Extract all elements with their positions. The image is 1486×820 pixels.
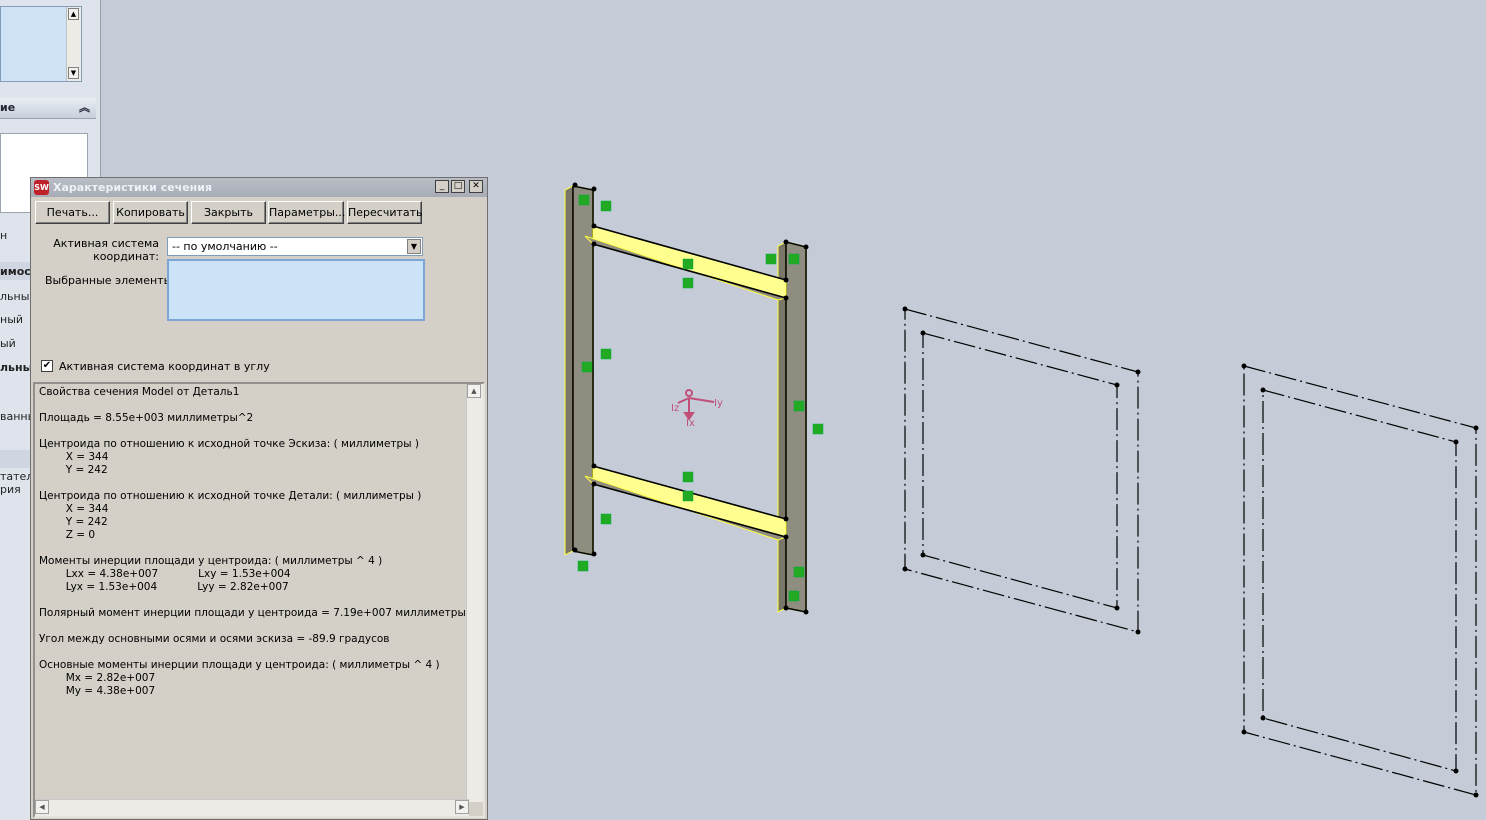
section-header[interactable]: ие ︽ bbox=[0, 98, 96, 119]
results-line bbox=[39, 425, 467, 438]
results-line: Свойства сечения Model от Деталь1 bbox=[39, 386, 240, 398]
results-line bbox=[39, 477, 467, 490]
triad-label-z: Iz bbox=[671, 403, 679, 414]
coord-system-select[interactable]: -- по умолчанию -- ▼ bbox=[167, 237, 423, 256]
dialog-titlebar[interactable]: SW Характеристики сечения _ □ ✕ bbox=[31, 178, 487, 197]
results-line: Lyx = 1.53e+004 Lyy = 2.82e+007 bbox=[39, 581, 289, 593]
coord-system-value: -- по умолчанию -- bbox=[172, 240, 278, 253]
coord-system-label: Активная система координат: bbox=[53, 237, 159, 263]
selected-items-label: Выбранные элементы: bbox=[45, 274, 176, 287]
print-button[interactable]: Печать... bbox=[35, 201, 110, 224]
scroll-up-icon[interactable]: ▲ bbox=[68, 8, 79, 20]
results-textbox[interactable]: Свойства сечения Model от Деталь1 Площад… bbox=[33, 382, 485, 818]
panel-text-3: тател bbox=[0, 470, 34, 483]
chevron-down-icon[interactable]: ▼ bbox=[407, 239, 421, 254]
results-line: Y = 242 bbox=[39, 516, 108, 528]
results-line: Основные моменты инерции площади у центр… bbox=[39, 659, 440, 671]
results-line: Mx = 2.82e+007 bbox=[39, 672, 156, 684]
scroll-up-icon[interactable]: ▲ bbox=[467, 384, 481, 398]
corner-coord-checkbox[interactable]: ✔ bbox=[41, 360, 53, 372]
close-window-button[interactable]: ✕ bbox=[469, 180, 483, 193]
results-line: Моменты инерции площади у центроида: ( м… bbox=[39, 555, 383, 567]
sketch-rectangle-2-vertices bbox=[1241, 363, 1479, 798]
sketch-rectangle-2[interactable] bbox=[1243, 365, 1477, 796]
copy-button[interactable]: Копировать bbox=[113, 201, 188, 224]
results-line bbox=[39, 646, 467, 659]
sketch-rectangle-1-vertices bbox=[902, 306, 1141, 635]
results-line bbox=[39, 620, 467, 633]
results-line: My = 4.38e+007 bbox=[39, 685, 156, 697]
triad-label-x: Ix bbox=[686, 418, 695, 429]
results-line: Угол между основными осями и осями эскиз… bbox=[39, 633, 390, 645]
scroll-right-icon[interactable]: ▶ bbox=[455, 800, 469, 814]
panel-option-2[interactable]: ный bbox=[0, 313, 23, 326]
scroll-down-icon[interactable]: ▼ bbox=[68, 67, 79, 79]
results-horizontal-scrollbar[interactable]: ◀ ▶ bbox=[35, 799, 469, 816]
results-vertical-scrollbar[interactable]: ▲ bbox=[466, 384, 483, 802]
results-line: Z = 0 bbox=[39, 529, 96, 541]
results-line bbox=[39, 542, 467, 555]
panel-option-4[interactable]: льны bbox=[0, 361, 33, 374]
results-line: X = 344 bbox=[39, 451, 109, 463]
scroll-left-icon[interactable]: ◀ bbox=[35, 800, 49, 814]
centroid-triad bbox=[677, 389, 715, 421]
section-header-label: ие bbox=[0, 101, 16, 114]
section-properties-dialog: SW Характеристики сечения _ □ ✕ Печать..… bbox=[30, 177, 488, 820]
results-line: Y = 242 bbox=[39, 464, 108, 476]
panel-option-3[interactable]: ый bbox=[0, 337, 16, 350]
selected-items-list[interactable] bbox=[167, 259, 425, 321]
results-line: Площадь = 8.55e+003 миллиметры^2 bbox=[39, 412, 254, 424]
top-listbox-scrollbar[interactable]: ▲ ▼ bbox=[66, 7, 81, 81]
top-listbox[interactable]: ▲ ▼ bbox=[0, 6, 82, 82]
results-text: Свойства сечения Model от Деталь1 Площад… bbox=[39, 386, 485, 698]
results-line bbox=[39, 399, 467, 412]
results-line: Центроида по отношению к исходной точке … bbox=[39, 438, 419, 450]
maximize-button[interactable]: □ bbox=[451, 180, 465, 193]
panel-text-1: н bbox=[0, 229, 8, 242]
solidworks-logo-icon: SW bbox=[34, 180, 49, 195]
results-line bbox=[39, 594, 467, 607]
collapse-chevron-icon[interactable]: ︽ bbox=[79, 98, 90, 118]
options-button[interactable]: Параметры... bbox=[268, 201, 345, 224]
minimize-button[interactable]: _ bbox=[435, 180, 449, 193]
results-line: Lxx = 4.38e+007 Lxy = 1.53e+004 bbox=[39, 568, 291, 580]
results-line: X = 344 bbox=[39, 503, 109, 515]
results-line: Центроида по отношению к исходной точке … bbox=[39, 490, 422, 502]
results-line: Полярный момент инерции площади у центро… bbox=[39, 607, 485, 619]
sketch-rectangle-1[interactable] bbox=[904, 308, 1139, 633]
triad-label-y: Iy bbox=[714, 398, 723, 409]
dialog-title: Характеристики сечения bbox=[53, 181, 213, 194]
corner-coord-checkbox-label: Активная система координат в углу bbox=[59, 360, 270, 373]
panel-text-4: рия bbox=[0, 483, 21, 496]
recalculate-button[interactable]: Пересчитать bbox=[347, 201, 423, 224]
close-button[interactable]: Закрыть bbox=[191, 201, 266, 224]
